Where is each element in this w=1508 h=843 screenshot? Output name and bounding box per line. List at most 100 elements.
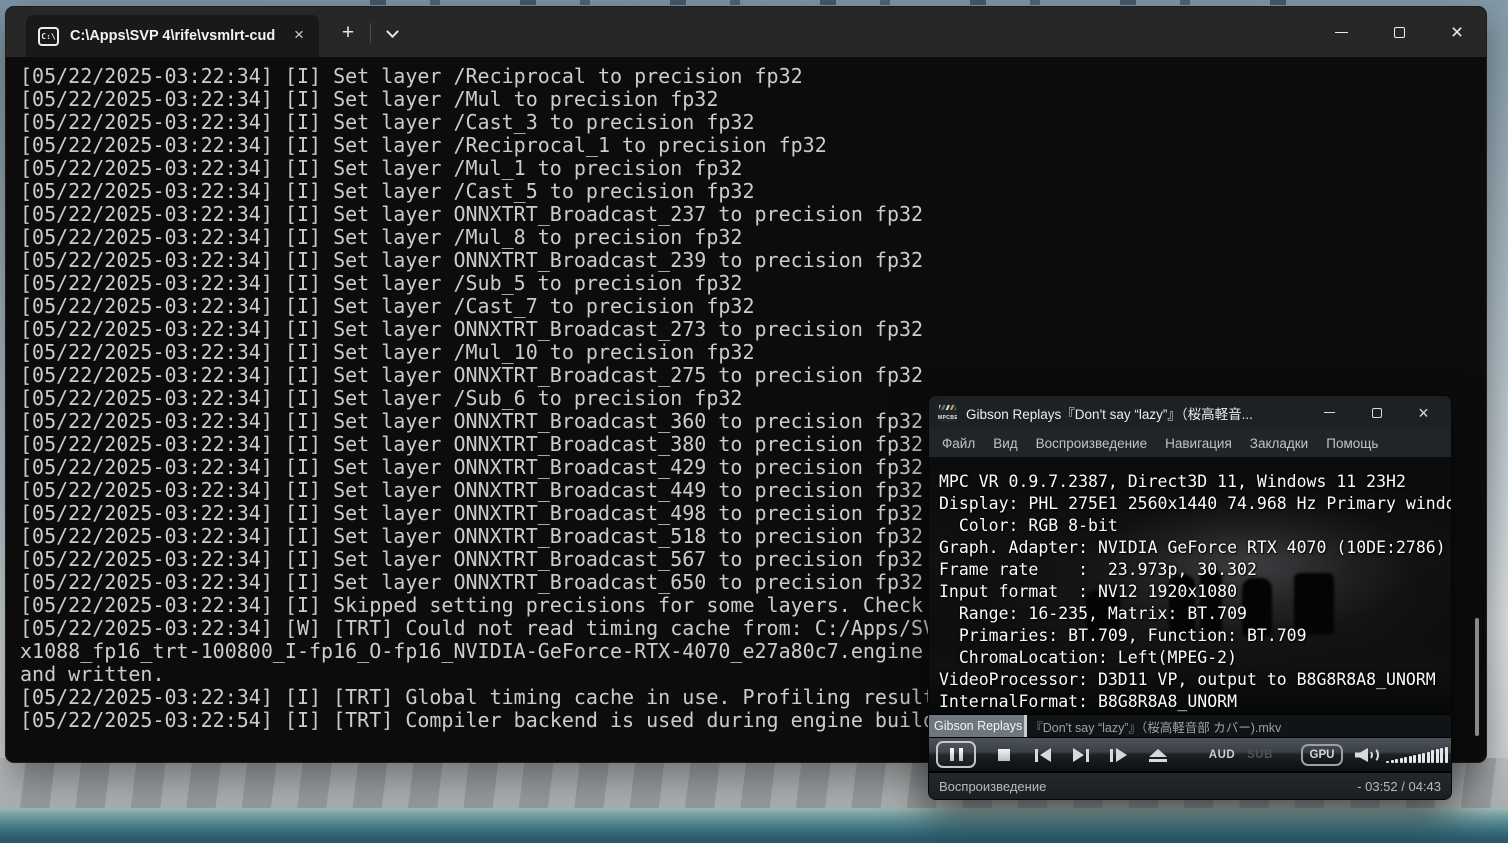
osd-stats-overlay: MPC VR 0.9.7.2387, Direct3D 11, Windows … — [939, 471, 1451, 713]
tab-dropdown-button[interactable] — [378, 21, 406, 47]
media-player-window: MPCBE Gibson Replays『Don't say “lazy”』（桜… — [928, 395, 1452, 800]
terminal-line: [05/22/2025-03:22:34] [I] Set layer ONNX… — [20, 318, 1486, 341]
volume-bar — [1422, 753, 1425, 763]
osd-line: Input format : NV12 1920x1080 — [939, 581, 1451, 603]
cmd-icon: C:\ — [38, 27, 59, 46]
volume-bar — [1445, 747, 1448, 763]
eject-icon — [1149, 749, 1167, 762]
osd-line: Frame rate : 23.973p, 30.302 — [939, 559, 1451, 581]
stop-button[interactable] — [987, 738, 1021, 772]
volume-bar — [1386, 761, 1389, 763]
terminal-maximize-button[interactable] — [1370, 7, 1428, 57]
osd-line: Display: PHL 275E1 2560x1440 74.968 Hz P… — [939, 493, 1451, 515]
seekbar-played-segment[interactable]: Gibson Replays — [929, 715, 1024, 737]
menu-item-5[interactable]: Закладки — [1241, 433, 1317, 454]
eject-button[interactable] — [1139, 738, 1177, 772]
osd-line: Graph. Adapter: NVIDIA GeForce RTX 4070 … — [939, 537, 1451, 559]
video-area[interactable]: MPC VR 0.9.7.2387, Direct3D 11, Windows … — [929, 457, 1451, 714]
desktop-wallpaper-water — [0, 808, 1508, 843]
volume-bar — [1431, 750, 1434, 763]
stop-icon — [998, 749, 1010, 761]
volume-bar — [1436, 749, 1439, 763]
menu-item-6[interactable]: Помощь — [1317, 433, 1387, 454]
pause-icon — [950, 748, 954, 761]
mpc-icon-label: MPCBE — [938, 415, 957, 421]
volume-bar — [1400, 758, 1403, 763]
terminal-minimize-button[interactable] — [1312, 7, 1370, 57]
terminal-line: [05/22/2025-03:22:34] [I] Set layer ONNX… — [20, 249, 1486, 272]
player-close-button[interactable]: × — [1400, 396, 1447, 429]
seekbar-filename-text: 『Don't say “lazy”』（桜高軽音部 カバー).mkv — [1027, 715, 1281, 737]
volume-bar — [1391, 760, 1394, 763]
audio-track-button[interactable]: AUD — [1204, 738, 1240, 772]
seekbar[interactable]: Gibson Replays 『Don't say “lazy”』（桜高軽音部 … — [929, 714, 1451, 738]
osd-line: MPC VR 0.9.7.2387, Direct3D 11, Windows … — [939, 471, 1451, 493]
menu-item-2[interactable]: Вид — [984, 433, 1026, 454]
volume-bar — [1395, 759, 1398, 763]
player-maximize-button[interactable] — [1353, 396, 1400, 429]
gpu-indicator-badge: GPU — [1301, 744, 1343, 766]
terminal-line: [05/22/2025-03:22:34] [I] Set layer /Rec… — [20, 65, 1486, 88]
terminal-line: [05/22/2025-03:22:34] [I] Set layer /Rec… — [20, 134, 1486, 157]
maximize-icon — [1372, 408, 1382, 418]
volume-bar — [1404, 757, 1407, 763]
terminal-tab-title: C:\Apps\SVP 4\rife\vsmlrt-cud — [70, 28, 287, 44]
skip-forward-icon — [1086, 749, 1089, 762]
terminal-tab[interactable]: C:\ C:\Apps\SVP 4\rife\vsmlrt-cud × — [26, 15, 319, 57]
chevron-down-icon — [386, 25, 399, 38]
osd-line: Color: RGB 8-bit — [939, 515, 1451, 537]
player-titlebar[interactable]: MPCBE Gibson Replays『Don't say “lazy”』（桜… — [929, 396, 1451, 429]
terminal-scrollbar-thumb[interactable] — [1475, 618, 1479, 736]
close-icon: × — [1451, 22, 1463, 43]
terminal-line: [05/22/2025-03:22:34] [I] Set layer /Sub… — [20, 272, 1486, 295]
terminal-line: [05/22/2025-03:22:34] [I] Set layer /Cas… — [20, 111, 1486, 134]
menu-item-3[interactable]: Воспроизведение — [1027, 433, 1156, 454]
pause-icon — [959, 748, 963, 761]
close-icon: × — [1418, 404, 1429, 422]
terminal-line: [05/22/2025-03:22:34] [I] Set layer /Cas… — [20, 295, 1486, 318]
volume-slider[interactable] — [1385, 738, 1449, 772]
skip-forward-icon — [1073, 748, 1084, 762]
volume-bar — [1440, 748, 1443, 763]
player-toolbar: AUD SUB GPU — [929, 738, 1451, 772]
menu-item-1[interactable]: Файл — [933, 433, 984, 454]
osd-line: Range: 16-235, Matrix: BT.709 — [939, 603, 1451, 625]
skip-back-icon — [1035, 749, 1038, 762]
osd-line: Primaries: BT.709, Function: BT.709 — [939, 625, 1451, 647]
menu-item-4[interactable]: Навигация — [1156, 433, 1241, 454]
minimize-icon — [1335, 32, 1348, 33]
terminal-line: [05/22/2025-03:22:34] [I] Set layer /Cas… — [20, 180, 1486, 203]
player-minimize-button[interactable] — [1306, 396, 1353, 429]
minimize-icon — [1324, 412, 1335, 413]
mute-button[interactable] — [1351, 738, 1381, 772]
volume-bar — [1409, 756, 1412, 763]
terminal-line: [05/22/2025-03:22:34] [I] Set layer /Mul… — [20, 88, 1486, 111]
tab-close-icon[interactable]: × — [287, 24, 311, 48]
player-menubar: ФайлВидВоспроизведениеНавигацияЗакладкиП… — [929, 429, 1451, 457]
subtitle-track-button[interactable]: SUB — [1242, 738, 1278, 772]
next-file-button[interactable] — [1063, 738, 1099, 772]
new-tab-button[interactable]: + — [333, 20, 363, 48]
osd-line: VideoProcessor: D3D11 VP, output to B8G8… — [939, 669, 1451, 691]
skip-back-icon — [1040, 748, 1051, 762]
terminal-line: [05/22/2025-03:22:34] [I] Set layer ONNX… — [20, 203, 1486, 226]
frame-step-button[interactable] — [1099, 738, 1137, 772]
mpc-be-app-icon: MPCBE — [938, 404, 957, 422]
background-window-text-sliver — [370, 0, 1300, 5]
player-window-title: Gibson Replays『Don't say “lazy”』（桜高軽音... — [966, 403, 1286, 423]
terminal-line: [05/22/2025-03:22:34] [I] Set layer /Mul… — [20, 226, 1486, 249]
volume-bar — [1418, 754, 1421, 763]
terminal-close-button[interactable]: × — [1428, 7, 1486, 57]
frame-step-icon — [1116, 748, 1127, 762]
osd-line: ChromaLocation: Left(MPEG-2) — [939, 647, 1451, 669]
pause-button[interactable] — [936, 741, 976, 768]
tabbar-separator — [370, 23, 371, 43]
previous-file-button[interactable] — [1025, 738, 1061, 772]
terminal-titlebar[interactable]: C:\ C:\Apps\SVP 4\rife\vsmlrt-cud × + × — [6, 7, 1486, 57]
terminal-line: [05/22/2025-03:22:34] [I] Set layer /Mul… — [20, 157, 1486, 180]
maximize-icon — [1394, 27, 1405, 38]
player-statusbar: Воспроизведение - 03:52 / 04:43 — [929, 772, 1451, 800]
terminal-line: [05/22/2025-03:22:34] [I] Set layer /Mul… — [20, 341, 1486, 364]
volume-bar — [1413, 755, 1416, 763]
speaker-icon — [1355, 747, 1377, 763]
